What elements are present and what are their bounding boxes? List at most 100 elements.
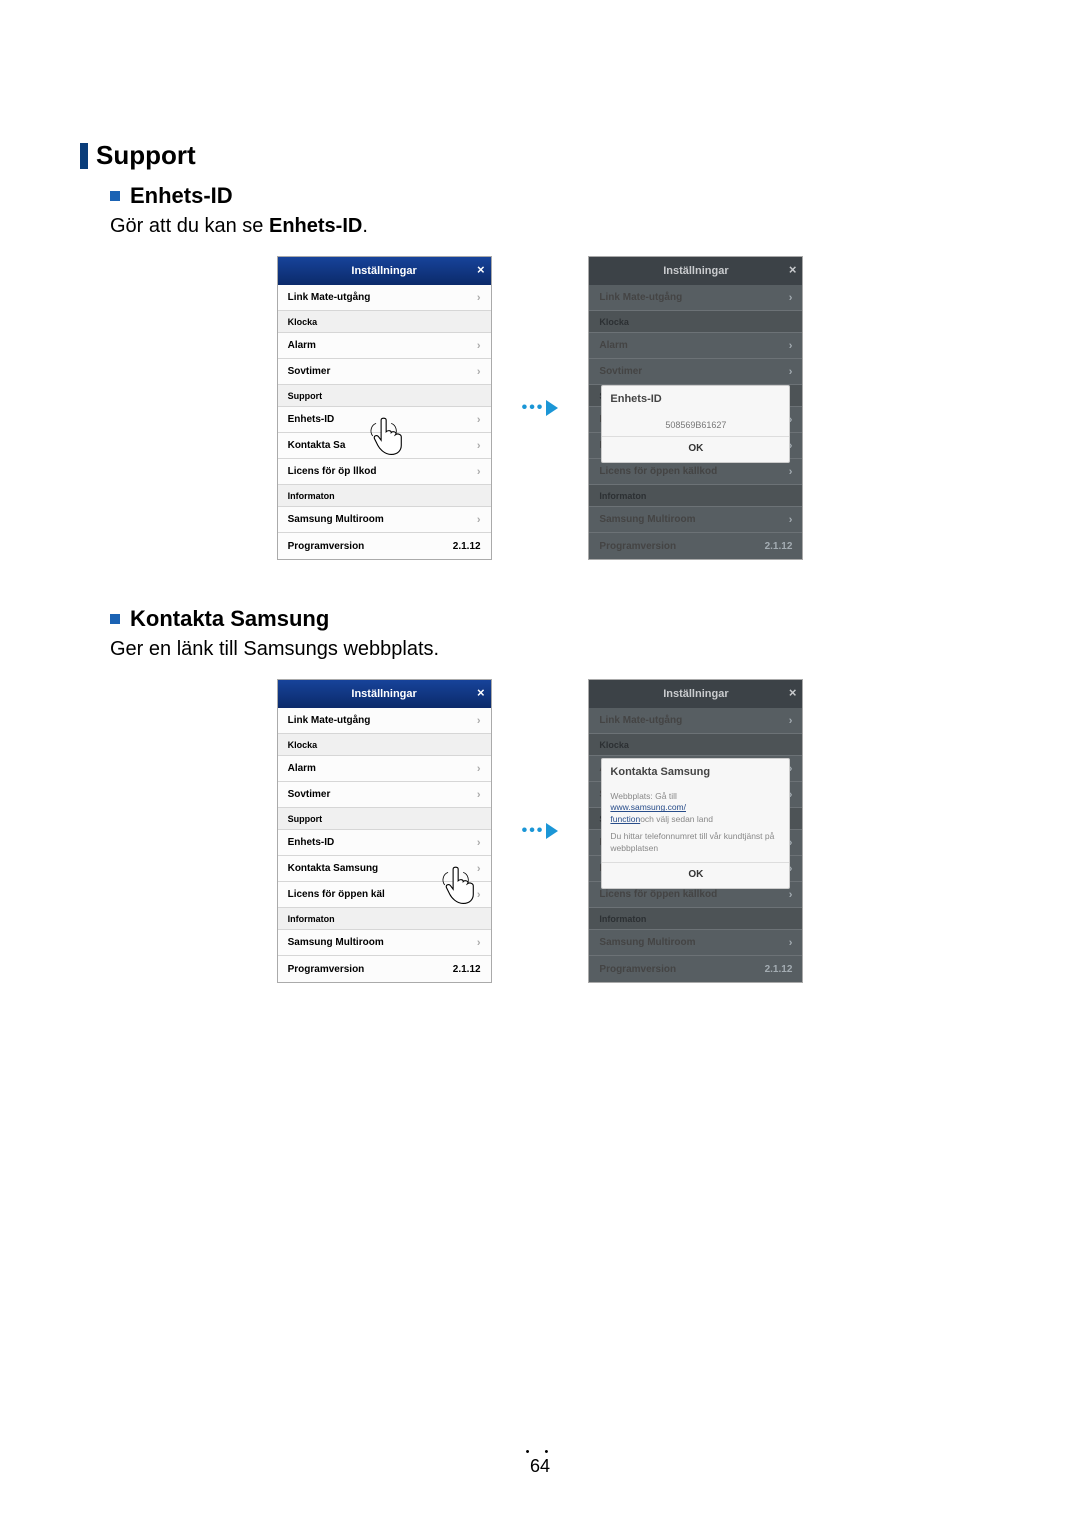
sub-desc-kontakta: Ger en länk till Samsungs webbplats.: [110, 638, 1000, 661]
chevron-right-icon: ›: [789, 715, 793, 727]
arrow-right-icon: [546, 823, 558, 839]
row-label: Link Mate-utgång: [599, 292, 682, 303]
popup-line2: Du hittar telefonnumret till vår kundtjä…: [610, 831, 774, 852]
desc-text: Gör att du kan se: [110, 215, 269, 237]
sub-title-enhetsid: Enhets-ID: [130, 183, 233, 209]
popup-title: Enhets-ID: [602, 386, 789, 410]
chevron-right-icon: ›: [789, 514, 793, 526]
version-value: 2.1.12: [765, 541, 793, 552]
chevron-right-icon: ›: [477, 863, 481, 875]
row-info-hdr: Informaton: [278, 485, 491, 507]
row-label: Sovtimer: [288, 366, 331, 377]
phone-settings-1a: Inställningar × Link Mate-utgång› Klocka…: [277, 256, 492, 560]
row-label: Sovtimer: [288, 789, 331, 800]
row-label: Kontakta Sa: [288, 440, 346, 451]
row-label: Informaton: [288, 914, 335, 924]
app-header: Inställningar ×: [278, 680, 491, 708]
sub-desc-enhetsid: Gör att du kan se Enhets-ID.: [110, 215, 1000, 238]
chevron-right-icon: ›: [477, 466, 481, 478]
row-enhetsid[interactable]: Enhets-ID›: [278, 407, 491, 433]
row-label: Informaton: [288, 491, 335, 501]
popup-body: Webbplats: Gå till www.samsung.com/ func…: [602, 783, 789, 858]
version-value: 2.1.12: [453, 964, 481, 975]
row-licens[interactable]: Licens för öp llkod ›: [278, 459, 491, 485]
row-version: Programversion2.1.12: [589, 533, 802, 559]
row-label: Klocka: [599, 317, 629, 327]
row-label: Programversion: [288, 964, 365, 975]
figure-row-2: Inställningar × Link Mate-utgång › Klocka…: [80, 679, 1000, 983]
row-kontakta[interactable]: Kontakta Sa›: [278, 433, 491, 459]
chevron-right-icon: ›: [789, 340, 793, 352]
row-label: Enhets-ID: [288, 837, 335, 848]
row-kontakta[interactable]: Kontakta Samsung›: [278, 856, 491, 882]
section-title: Support: [96, 140, 196, 171]
popup-link1[interactable]: www.samsung.com/: [610, 802, 686, 812]
chevron-right-icon: ›: [477, 889, 481, 901]
sub-header-enhetsid: Enhets-ID: [110, 183, 1000, 209]
popup-enhetsid: Enhets-ID 508569B61627 OK: [601, 385, 790, 463]
row-enhetsid[interactable]: Enhets-ID ›: [278, 830, 491, 856]
chevron-right-icon: ›: [477, 715, 481, 727]
row-label: Enhets-ID: [288, 414, 335, 425]
page-number: 64: [530, 1456, 550, 1476]
row-label: Licens för öppen källkod: [599, 889, 717, 900]
row-label: Alarm: [599, 340, 627, 351]
chevron-right-icon: ›: [477, 937, 481, 949]
popup-line1: Webbplats: Gå till: [610, 791, 676, 801]
row-sovtimer: Sovtimer›: [589, 359, 802, 385]
close-icon[interactable]: ×: [789, 262, 797, 277]
close-icon[interactable]: ×: [789, 685, 797, 700]
row-label: Link Mate-utgång: [288, 292, 371, 303]
figure-row-1: Inställningar × Link Mate-utgång› Klocka…: [80, 256, 1000, 560]
row-multiroom: Samsung Multiroom›: [589, 930, 802, 956]
row-multiroom[interactable]: Samsung Multiroom ›: [278, 507, 491, 533]
row-label: Samsung Multiroom: [288, 514, 384, 525]
bullet-icon: [110, 191, 120, 201]
row-label: Informaton: [599, 491, 646, 501]
chevron-right-icon: ›: [477, 789, 481, 801]
row-label: Programversion: [288, 541, 365, 552]
row-label: Support: [288, 391, 323, 401]
row-multiroom[interactable]: Samsung Multiroom ›: [278, 930, 491, 956]
desc-bold: Enhets-ID: [269, 215, 362, 237]
row-support-hdr: Support: [278, 385, 491, 407]
row-version: Programversion2.1.12: [589, 956, 802, 982]
page-footer: • • 64: [0, 1446, 1080, 1477]
row-linkmate: Link Mate-utgång›: [589, 708, 802, 734]
row-licens[interactable]: Licens för öppen käl ›: [278, 882, 491, 908]
version-value: 2.1.12: [765, 964, 793, 975]
row-alarm: Alarm ›: [589, 333, 802, 359]
popup-title: Kontakta Samsung: [602, 759, 789, 783]
row-label: Support: [288, 814, 323, 824]
row-support-hdr: Support: [278, 808, 491, 830]
row-label: Informaton: [599, 914, 646, 924]
phone-settings-1b: Inställningar × Link Mate-utgång› Klocka…: [588, 256, 803, 560]
popup-ok-button[interactable]: OK: [602, 862, 789, 888]
close-icon[interactable]: ×: [477, 262, 485, 277]
chevron-right-icon: ›: [789, 466, 793, 478]
chevron-right-icon: ›: [477, 837, 481, 849]
chevron-right-icon: ›: [477, 514, 481, 526]
row-alarm[interactable]: Alarm›: [278, 333, 491, 359]
popup-ok-button[interactable]: OK: [602, 436, 789, 462]
row-linkmate[interactable]: Link Mate-utgång ›: [278, 708, 491, 734]
row-sovtimer[interactable]: Sovtimer ›: [278, 359, 491, 385]
row-label: Alarm: [288, 340, 316, 351]
row-label: Licens för öp llkod: [288, 466, 377, 477]
row-label: Link Mate-utgång: [288, 715, 371, 726]
app-header: Inställningar ×: [589, 680, 802, 708]
section-header: Support: [80, 140, 1000, 171]
close-icon[interactable]: ×: [477, 685, 485, 700]
row-label: Samsung Multiroom: [288, 937, 384, 948]
row-label: Licens för öppen käl: [288, 889, 385, 900]
row-alarm[interactable]: Alarm›: [278, 756, 491, 782]
row-info-hdr: Informaton: [589, 485, 802, 507]
chevron-right-icon: ›: [477, 763, 481, 775]
popup-link2[interactable]: function: [610, 814, 640, 824]
row-linkmate[interactable]: Link Mate-utgång›: [278, 285, 491, 311]
chevron-right-icon: ›: [477, 366, 481, 378]
row-sovtimer[interactable]: Sovtimer ›: [278, 782, 491, 808]
row-label: Klocka: [288, 740, 318, 750]
row-klocka-hdr: Klocka: [278, 311, 491, 333]
app-title: Inställningar: [663, 688, 728, 700]
